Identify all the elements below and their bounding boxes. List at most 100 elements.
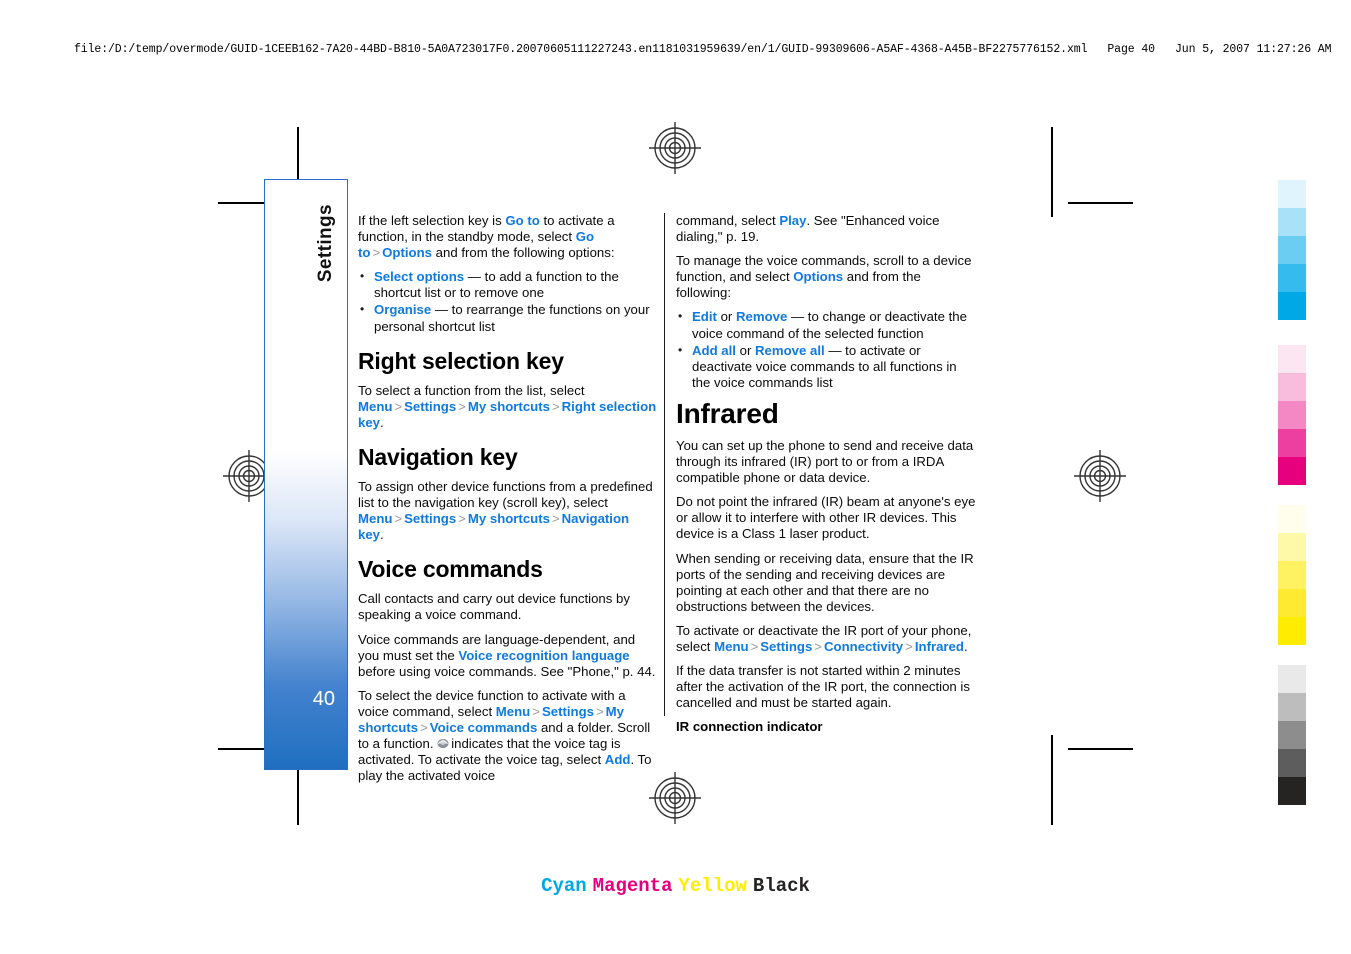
infrared-paragraph-2: Do not point the infrared (IR) beam at a… (676, 494, 976, 542)
voice-commands-paragraph-1: Call contacts and carry out device funct… (358, 591, 630, 623)
chevron-separator-icon: > (814, 638, 822, 654)
cont-text-1a: command, select (676, 213, 780, 228)
cmyk-label-magenta: Magenta (592, 875, 673, 897)
intro-text-1: If the left selection key is (358, 213, 506, 228)
left-text-column: If the left selection key is Go to to ac… (358, 213, 658, 792)
chevron-separator-icon: > (595, 703, 604, 719)
link-organise[interactable]: Organise (374, 302, 431, 317)
chevron-separator-icon: > (458, 398, 466, 414)
link-settings[interactable]: Settings (760, 639, 812, 654)
link-add[interactable]: Add (605, 752, 631, 767)
link-go-to-1[interactable]: Go to (505, 213, 539, 228)
swatch-yellow-5 (1278, 617, 1306, 645)
rsk-period: . (380, 414, 384, 430)
swatch-cyan-1 (1278, 180, 1306, 208)
link-infrared[interactable]: Infrared (915, 639, 964, 654)
swatch-yellow-1 (1278, 505, 1306, 533)
page-number: 40 (312, 688, 335, 710)
voice-commands-paragraph-3: To select the device function to activat… (358, 688, 658, 785)
swatch-yellow-2 (1278, 533, 1306, 561)
swatch-yellow-3 (1278, 561, 1306, 589)
intro-paragraph: If the left selection key is Go to to ac… (358, 213, 658, 261)
link-remove[interactable]: Remove (736, 309, 787, 324)
infrared-paragraph-5: If the data transfer is not started with… (676, 663, 970, 711)
cmyk-label-black: Black (752, 875, 810, 897)
chevron-separator-icon: > (394, 398, 403, 414)
intro-text-3: and from the following options: (431, 245, 615, 261)
list-item: Organise — to rearrange the functions on… (358, 301, 658, 334)
color-bar-yellow (1278, 505, 1306, 645)
link-voice-recognition-language[interactable]: Voice recognition language (458, 648, 629, 663)
link-play[interactable]: Play (779, 213, 806, 228)
swatch-cyan-5 (1278, 292, 1306, 320)
cmyk-legend: Cyan Magenta Yellow Black (0, 875, 1351, 897)
ir-period: . (963, 638, 968, 654)
swatch-magenta-3 (1278, 401, 1306, 429)
swatch-black-2 (1278, 693, 1306, 721)
navigation-key-paragraph: To assign other device functions from a … (358, 479, 658, 543)
link-menu[interactable]: Menu (714, 639, 748, 654)
swatch-magenta-5 (1278, 457, 1306, 485)
link-settings[interactable]: Settings (404, 511, 456, 526)
list-item-joiner: or (716, 309, 736, 325)
chevron-separator-icon: > (372, 245, 381, 261)
cmyk-label-cyan: Cyan (541, 875, 587, 897)
cmyk-label-yellow: Yellow (678, 875, 747, 897)
column-divider (664, 213, 665, 716)
list-item: Edit or Remove — to change or deactivate… (676, 308, 976, 341)
swatch-magenta-1 (1278, 345, 1306, 373)
chevron-separator-icon: > (551, 398, 560, 414)
swatch-yellow-4 (1278, 589, 1306, 617)
link-edit[interactable]: Edit (692, 309, 717, 324)
link-settings[interactable]: Settings (542, 704, 594, 719)
swatch-cyan-4 (1278, 264, 1306, 292)
link-connectivity[interactable]: Connectivity (824, 639, 903, 654)
list-item: Select options — to add a function to th… (358, 268, 658, 301)
color-bar-black (1278, 665, 1306, 805)
link-options[interactable]: Options (382, 245, 432, 260)
chevron-separator-icon: > (458, 511, 466, 527)
swatch-cyan-2 (1278, 208, 1306, 236)
nav-period: . (380, 527, 384, 543)
right-selection-key-paragraph: To select a function from the list, sele… (358, 383, 658, 431)
chevron-separator-icon: > (420, 719, 428, 735)
link-menu[interactable]: Menu (358, 399, 392, 414)
swatch-black-5 (1278, 777, 1306, 805)
list-item-joiner: or (735, 342, 756, 358)
voice-commands-paragraph-2: Voice commands are language-dependent, a… (358, 632, 658, 680)
chapter-tab: Settings 40 (264, 179, 348, 770)
voice-tag-icon (437, 737, 450, 749)
link-menu[interactable]: Menu (358, 511, 392, 526)
swatch-cyan-3 (1278, 236, 1306, 264)
heading-navigation-key: Navigation key (358, 443, 518, 470)
link-my-shortcuts[interactable]: My shortcuts (468, 511, 550, 526)
vc-text-2b: before using voice commands. See "Phone,… (358, 663, 656, 679)
swatch-magenta-4 (1278, 429, 1306, 457)
infrared-paragraph-3: When sending or receiving data, ensure t… (676, 550, 974, 614)
heading-ir-connection-indicator: IR connection indicator (676, 719, 823, 735)
link-my-shortcuts[interactable]: My shortcuts (468, 399, 550, 414)
link-remove-all[interactable]: Remove all (755, 343, 825, 358)
heading-infrared: Infrared (676, 397, 779, 429)
infrared-paragraph-1: You can set up the phone to send and rec… (676, 437, 974, 486)
link-menu[interactable]: Menu (496, 704, 530, 719)
link-voice-commands[interactable]: Voice commands (430, 720, 538, 735)
color-bar-magenta (1278, 345, 1306, 485)
chevron-separator-icon: > (905, 638, 913, 654)
heading-voice-commands: Voice commands (358, 556, 543, 583)
chevron-separator-icon: > (551, 511, 560, 527)
color-bar-cyan (1278, 180, 1306, 320)
chevron-separator-icon: > (750, 638, 759, 654)
infrared-activate-paragraph: To activate or deactivate the IR port of… (676, 623, 976, 655)
link-select-options[interactable]: Select options (374, 269, 464, 284)
swatch-black-3 (1278, 721, 1306, 749)
link-add-all[interactable]: Add all (692, 343, 736, 358)
right-text-column: command, select Play. See "Enhanced voic… (676, 213, 976, 735)
nav-text: To assign other device functions from a … (358, 478, 653, 511)
chapter-tab-label: Settings (315, 204, 336, 283)
link-settings[interactable]: Settings (404, 399, 456, 414)
right-bullet-list: Edit or Remove — to change or deactivate… (676, 308, 976, 390)
chevron-separator-icon: > (394, 511, 403, 527)
swatch-magenta-2 (1278, 373, 1306, 401)
link-options[interactable]: Options (793, 269, 843, 284)
